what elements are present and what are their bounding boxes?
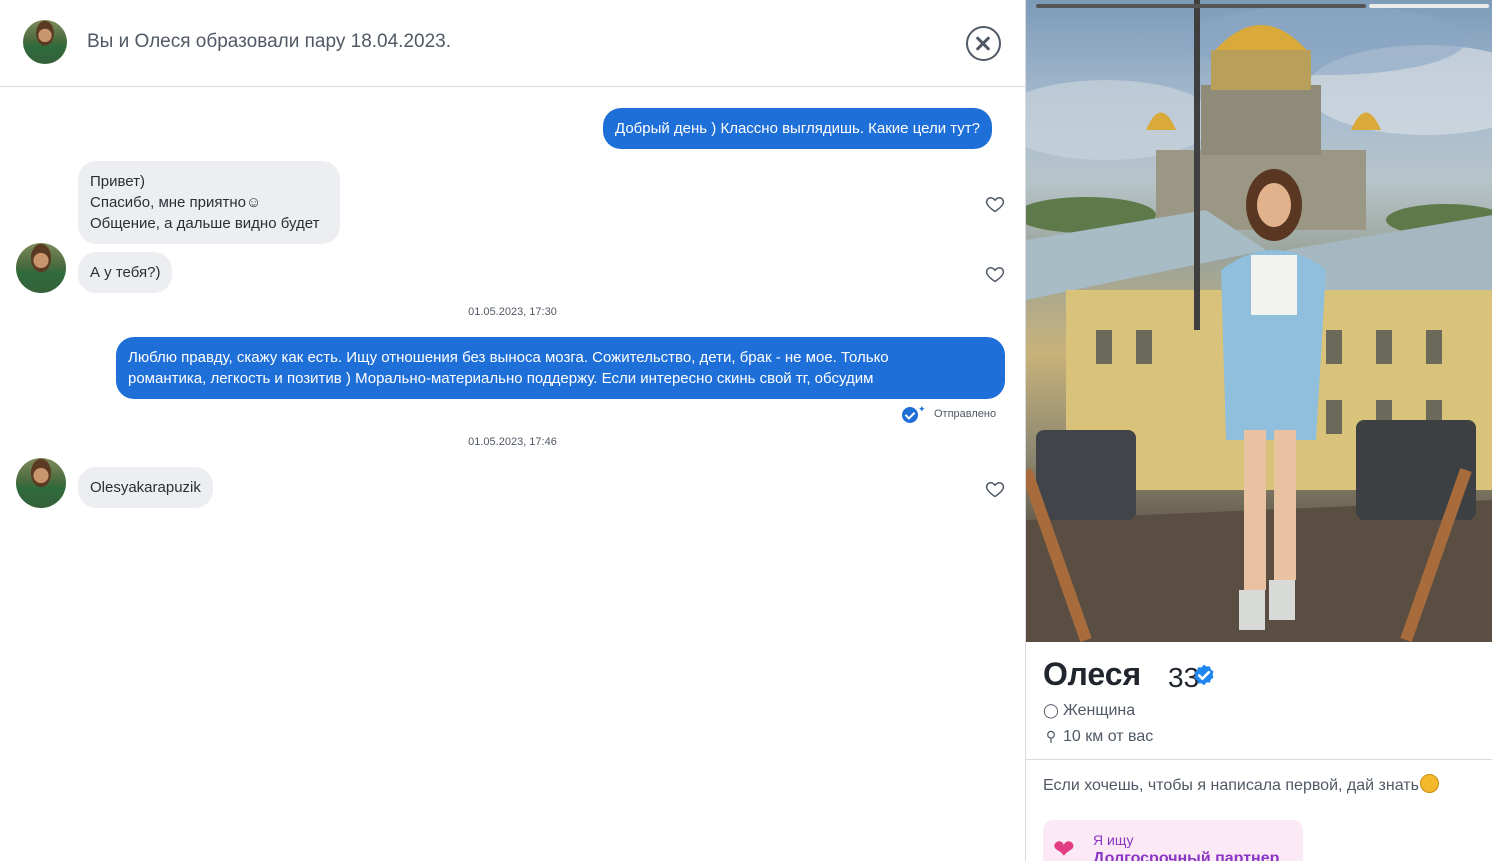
chat-panel: Вы и Олеся образовали пару 18.04.2023. Д… <box>0 0 1025 861</box>
message-line: Общение, а дальше видно будет <box>90 215 320 232</box>
photo-illustration <box>1026 0 1492 642</box>
message-incoming: Привет) Спасибо, мне приятно☺ Общение, а… <box>78 161 340 244</box>
close-icon[interactable] <box>966 26 1001 61</box>
message-line: Спасибо, мне приятно☺ <box>90 194 262 211</box>
hearts-arrow-icon: ❤ <box>1053 834 1075 861</box>
bio-text: Если хочешь, чтобы я написала первой, да… <box>1043 777 1419 794</box>
match-avatar-small[interactable] <box>16 243 66 293</box>
looking-for-label: Я ищу <box>1093 832 1134 848</box>
location-pin-icon: ⚲ <box>1045 728 1057 744</box>
profile-name: Олеся <box>1043 656 1142 692</box>
message-text: Olesyakarapuzik <box>90 479 201 496</box>
message-text: Добрый день ) Классно выглядишь. Какие ц… <box>615 120 981 137</box>
message-incoming: А у тебя?) <box>78 252 173 293</box>
looking-for-card: ❤ Я ищу Долгосрочный партнер <box>1043 820 1303 861</box>
person-icon: ◯ <box>1043 702 1059 718</box>
profile-distance: 10 км от вас <box>1063 728 1154 745</box>
app-root: Вы и Олеся образовали пару 18.04.2023. Д… <box>0 0 1492 861</box>
heart-icon[interactable] <box>985 264 1005 284</box>
message-outgoing: Люблю правду, скажу как есть. Ищу отноше… <box>116 337 1005 399</box>
profile-distance-row: ⚲ 10 км от вас <box>1043 728 1153 746</box>
sent-check-icon <box>902 407 918 423</box>
match-title: Вы и Олеся образовали пару 18.04.2023. <box>87 31 452 52</box>
match-avatar-small[interactable] <box>16 458 66 508</box>
profile-bio: Если хочешь, чтобы я написала первой, да… <box>1043 774 1439 795</box>
message-outgoing: Добрый день ) Классно выглядишь. Какие ц… <box>603 108 993 149</box>
verified-icon <box>1194 664 1214 686</box>
match-avatar[interactable] <box>23 20 67 64</box>
heart-icon[interactable] <box>985 479 1005 499</box>
photo-progress-2[interactable] <box>1369 4 1489 8</box>
wink-emoji-icon <box>1419 774 1439 793</box>
profile-panel: Олеся 33 ◯ Женщина ⚲ 10 км от вас Если хоч… <box>1025 0 1492 861</box>
divider <box>1026 759 1492 760</box>
message-text: А у тебя?) <box>90 264 161 281</box>
profile-gender: Женщина <box>1063 702 1136 719</box>
profile-gender-row: ◯ Женщина <box>1043 702 1135 720</box>
timestamp: 01.05.2023, 17:30 <box>468 306 557 318</box>
message-line: Привет) <box>90 173 146 190</box>
message-status: Отправлено <box>934 408 997 420</box>
looking-for-value: Долгосрочный партнер <box>1093 850 1280 861</box>
timestamp: 01.05.2023, 17:46 <box>468 436 557 448</box>
heart-icon[interactable] <box>985 194 1005 214</box>
profile-photo[interactable] <box>1026 0 1492 642</box>
message-line: романтика, легкость и позитив ) Морально… <box>128 370 874 387</box>
photo-progress-1[interactable] <box>1036 4 1366 8</box>
chat-header: Вы и Олеся образовали пару 18.04.2023. <box>0 0 1025 87</box>
message-line: Люблю правду, скажу как есть. Ищу отноше… <box>128 349 889 366</box>
message-incoming: Olesyakarapuzik <box>78 467 213 508</box>
sparkle-icon: ✦ <box>918 404 926 414</box>
